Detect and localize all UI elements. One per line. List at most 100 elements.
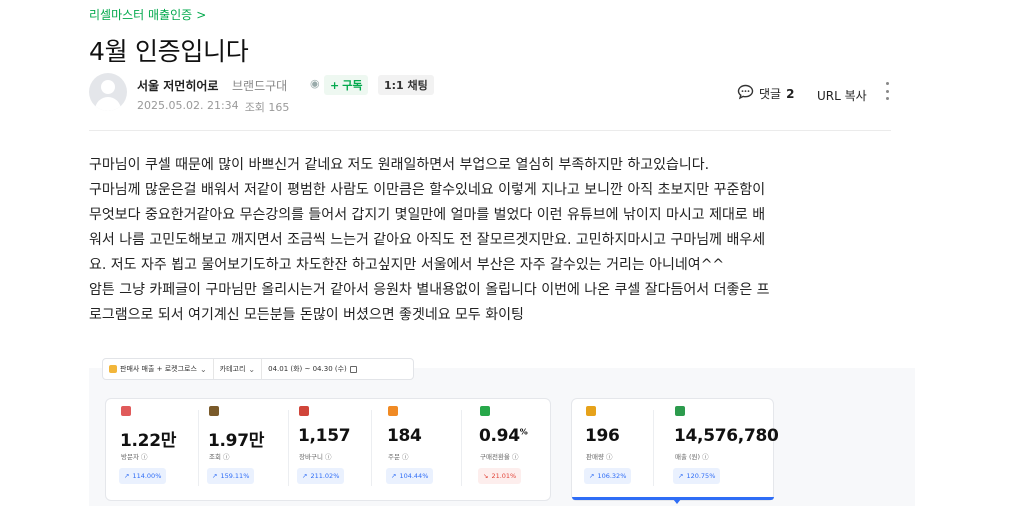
- arrow-up-icon: ↗: [212, 472, 218, 480]
- author-name[interactable]: 서울 저먼히어로: [137, 77, 218, 94]
- metric-value: 1.97만: [208, 431, 265, 451]
- chevron-right-icon: >: [196, 7, 207, 22]
- category-filter: 카테고리 ⌄: [214, 359, 263, 379]
- author-info: 서울 저먼히어로 브랜드구대 ◉ + 구독 1:1 채팅 2025.05.02.…: [89, 72, 891, 122]
- post-content: 구마님이 쿠셀 때문에 많이 바쁘신거 같네요 저도 원래일하면서 부업으로 열…: [89, 153, 899, 328]
- store-icon: [109, 365, 117, 373]
- breadcrumb-label[interactable]: 리셀마스터 매출인증: [89, 6, 192, 23]
- metric-label: 방문자 ⓘ: [121, 453, 148, 461]
- metric-visitors: 1.22만 방문자 ⓘ ↗ 114.00%: [119, 406, 207, 484]
- order-icon: [388, 406, 398, 416]
- arrow-up-icon: ↗: [124, 472, 130, 480]
- metric-label: 장바구니 ⓘ: [299, 453, 332, 461]
- metric-divider: [198, 410, 199, 486]
- arrow-down-icon: ↘: [483, 472, 489, 480]
- metric-conversion: 0.94% 구매전환율 ⓘ ↘ 21.01%: [478, 406, 566, 484]
- metric-divider: [653, 410, 654, 486]
- metric-views: 1.97만 조회 ⓘ ↗ 159.11%: [207, 406, 295, 484]
- change-value: 114.00%: [132, 472, 162, 480]
- metric-cart: 1,157 장바구니 ⓘ ↗ 211.02%: [297, 406, 385, 484]
- subscribe-label: 구독: [342, 79, 363, 92]
- arrow-up-icon: ↗: [302, 472, 308, 480]
- channel-filter: 판매사 매출 + 로켓그로스 ⌄: [103, 359, 214, 379]
- more-options-icon[interactable]: [883, 82, 891, 100]
- category-filter-label: 카테고리: [219, 365, 246, 373]
- change-badge: ↗ 211.02%: [297, 468, 345, 484]
- chat-button[interactable]: 1:1 채팅: [378, 75, 434, 95]
- plus-icon: +: [330, 78, 340, 92]
- content-line: 구마님께 많운은걸 배워서 저같이 평범한 사람도 이만큼은 할수있네요 이렇게…: [89, 182, 766, 198]
- content-line: 암튼 그냥 카페글이 구마님만 올리시는거 같아서 응원차 별내용없이 올립니다…: [89, 282, 770, 298]
- chevron-down-icon: ⌄: [199, 364, 207, 374]
- change-value: 120.75%: [686, 472, 716, 480]
- post-date: 2025.05.02. 21:34: [137, 99, 239, 112]
- arrow-up-icon: ↗: [391, 472, 397, 480]
- metric-label: 매출 (원) ⓘ: [675, 453, 709, 461]
- arrow-up-icon: ↗: [678, 472, 684, 480]
- content-line: 무엇보다 중요한거같아요 무슨강의를 들어서 갑지기 몇일만에 얼마를 벌었다 …: [89, 207, 766, 223]
- content-line: 로그램으로 되서 여기계신 모든분들 돈많이 버셨으면 좋겟네요 모두 화이팅: [89, 307, 524, 323]
- url-copy-button[interactable]: URL 복사: [817, 87, 867, 104]
- change-badge: ↗ 120.75%: [673, 468, 721, 484]
- eye-icon: [209, 406, 219, 416]
- metric-label: 주문 ⓘ: [388, 453, 409, 461]
- metric-revenue: 14,576,780 매출 (원) ⓘ ↗ 120.75%: [673, 406, 783, 484]
- content-line: 구마님이 쿠셀 때문에 많이 바쁘신거 같네요 저도 원래일하면서 부업으로 열…: [89, 157, 710, 173]
- metric-label: 구매전환율 ⓘ: [480, 453, 519, 461]
- content-line: 워서 나름 고민도해보고 깨지면서 조금씩 느는거 같아요 아직도 전 잘모르겟…: [89, 232, 766, 248]
- view-count: 조회 165: [244, 101, 290, 114]
- grade-badge-icon: ◉: [310, 77, 320, 90]
- chat-label: 1:1 채팅: [384, 79, 428, 92]
- metric-divider: [288, 410, 289, 486]
- metric-value-suffix: %: [519, 427, 528, 437]
- metric-label: 판매량 ⓘ: [586, 453, 613, 461]
- change-badge: ↗ 159.11%: [207, 468, 255, 484]
- comment-icon: [737, 84, 754, 103]
- channel-filter-label: 판매사 매출 + 로켓그로스: [120, 365, 197, 373]
- conversion-icon: [480, 406, 490, 416]
- metric-value-number: 0.94: [479, 426, 520, 446]
- selected-card-pointer: [673, 499, 681, 504]
- dashboard-filter-bar: 판매사 매출 + 로켓그로스 ⌄ 카테고리 ⌄ 04.01 (화) ~ 04.3…: [102, 358, 414, 380]
- header-divider: [89, 130, 891, 131]
- avatar[interactable]: [89, 73, 127, 111]
- change-badge: ↘ 21.01%: [478, 468, 522, 484]
- metric-divider: [461, 410, 462, 486]
- metric-sales-qty: 196 판매량 ⓘ ↗ 106.32%: [584, 406, 672, 484]
- revenue-icon: [675, 406, 685, 416]
- metric-value: 1,157: [298, 426, 351, 446]
- post-title: 4월 인증입니다: [89, 37, 249, 66]
- metric-orders: 184 주문 ⓘ ↗ 104.44%: [386, 406, 474, 484]
- change-value: 211.02%: [310, 472, 340, 480]
- sales-qty-icon: [586, 406, 596, 416]
- change-badge: ↗ 106.32%: [584, 468, 632, 484]
- comment-label: 댓글: [759, 87, 782, 101]
- post-meta: 2025.05.02. 21:34 조회 165: [137, 99, 289, 115]
- member-grade: 브랜드구대: [232, 79, 288, 93]
- change-value: 159.11%: [220, 472, 250, 480]
- sales-dashboard-image: 판매사 매출 + 로켓그로스 ⌄ 카테고리 ⌄ 04.01 (화) ~ 04.3…: [89, 346, 915, 506]
- metric-value: 14,576,780: [674, 426, 779, 446]
- comment-count: 2: [786, 86, 795, 101]
- content-line: 요. 저도 자주 뵙고 물어보기도하고 차도한잔 하고싶지만 서울에서 부산은 …: [89, 257, 725, 273]
- change-value: 104.44%: [399, 472, 429, 480]
- breadcrumb[interactable]: 리셀마스터 매출인증 >: [89, 6, 206, 23]
- metric-label: 조회 ⓘ: [209, 453, 230, 461]
- date-range-label: 04.01 (화) ~ 04.30 (수): [268, 365, 347, 373]
- change-badge: ↗ 114.00%: [119, 468, 167, 484]
- comment-button[interactable]: 댓글 2: [737, 84, 794, 103]
- change-value: 106.32%: [597, 472, 627, 480]
- metric-value: 1.22만: [120, 431, 177, 451]
- visitor-icon: [121, 406, 131, 416]
- cart-icon: [299, 406, 309, 416]
- date-range-filter: 04.01 (화) ~ 04.30 (수): [262, 359, 363, 379]
- chevron-down-icon: ⌄: [248, 364, 256, 374]
- metric-value: 184: [387, 426, 422, 446]
- metric-value: 0.94%: [479, 426, 528, 446]
- metric-value: 196: [585, 426, 620, 446]
- change-badge: ↗ 104.44%: [386, 468, 434, 484]
- subscribe-button[interactable]: + 구독: [324, 75, 369, 95]
- arrow-up-icon: ↗: [589, 472, 595, 480]
- metric-divider: [371, 410, 372, 486]
- change-value: 21.01%: [491, 472, 517, 480]
